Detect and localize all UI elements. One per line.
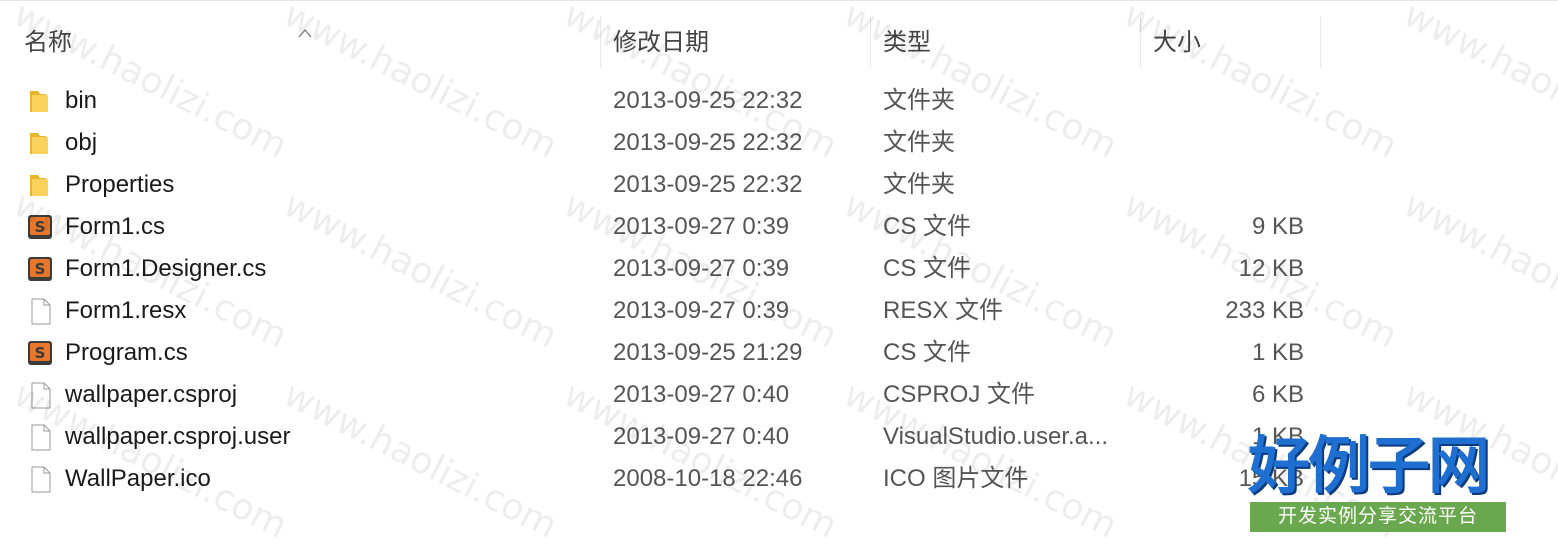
file-type: 文件夹	[883, 129, 955, 156]
file-type: CS 文件	[883, 255, 972, 282]
top-border	[0, 0, 1558, 1]
file-date-modified: 2013-09-25 22:32	[613, 171, 803, 198]
file-type: VisualStudio.user.a...	[883, 423, 1109, 450]
file-row[interactable]: S Program.cs 2013-09-25 21:29 CS 文件 1 KB	[0, 332, 1558, 374]
svg-text:S: S	[35, 344, 46, 362]
column-header-size[interactable]: 大小	[1153, 14, 1201, 70]
csharp-file-icon: S	[26, 255, 54, 283]
file-size: 1 KB	[1251, 339, 1304, 366]
file-name: WallPaper.ico	[65, 465, 211, 492]
file-row[interactable]: Form1.resx 2013-09-27 0:39 RESX 文件 233 KB	[0, 290, 1558, 332]
file-type: ICO 图片文件	[883, 465, 1029, 492]
file-icon	[26, 465, 54, 493]
column-divider[interactable]	[1320, 16, 1321, 68]
file-icon	[26, 423, 54, 451]
file-date-modified: 2013-09-27 0:39	[613, 297, 790, 324]
csharp-file-icon: S	[26, 213, 54, 241]
file-name: wallpaper.csproj.user	[65, 423, 291, 450]
file-row[interactable]: Properties 2013-09-25 22:32 文件夹	[0, 164, 1558, 206]
file-name: Program.cs	[65, 339, 188, 366]
file-row[interactable]: wallpaper.csproj 2013-09-27 0:40 CSPROJ 文件…	[0, 374, 1558, 416]
column-divider[interactable]	[870, 16, 871, 68]
file-size: 233 KB	[1225, 297, 1304, 324]
file-type: 文件夹	[883, 87, 955, 114]
column-header-bar: 名称 修改日期 类型 大小	[0, 14, 1558, 70]
file-date-modified: 2013-09-27 0:40	[613, 423, 790, 450]
brand-name: 好例子网	[1248, 429, 1490, 502]
svg-text:S: S	[35, 260, 46, 278]
file-name: obj	[65, 129, 98, 156]
file-type: 文件夹	[883, 171, 955, 198]
file-size: 12 KB	[1238, 255, 1304, 282]
file-row[interactable]: bin 2013-09-25 22:32 文件夹	[0, 80, 1558, 122]
file-row[interactable]: obj 2013-09-25 22:32 文件夹	[0, 122, 1558, 164]
file-type: CSPROJ 文件	[883, 381, 1036, 408]
file-date-modified: 2013-09-25 21:29	[613, 339, 803, 366]
file-size: 9 KB	[1251, 213, 1304, 240]
file-type: CS 文件	[883, 213, 972, 240]
column-header-type[interactable]: 类型	[883, 14, 931, 70]
file-name: Form1.cs	[65, 213, 166, 240]
file-row[interactable]: S Form1.cs 2013-09-27 0:39 CS 文件 9 KB	[0, 206, 1558, 248]
brand-tagline: 开发实例分享交流平台	[1250, 502, 1506, 532]
brand-watermark: 好例子网 开发实例分享交流平台	[1248, 432, 1508, 536]
file-date-modified: 2013-09-25 22:32	[613, 87, 803, 114]
file-date-modified: 2013-09-27 0:39	[613, 213, 790, 240]
column-divider[interactable]	[600, 16, 601, 68]
file-name: Properties	[65, 171, 175, 198]
file-date-modified: 2013-09-27 0:39	[613, 255, 790, 282]
file-date-modified: 2013-09-27 0:40	[613, 381, 790, 408]
column-divider[interactable]	[1140, 16, 1141, 68]
folder-icon	[26, 129, 54, 157]
file-name: Form1.Designer.cs	[65, 255, 267, 282]
csharp-file-icon: S	[26, 339, 54, 367]
column-header-date[interactable]: 修改日期	[613, 14, 709, 70]
file-size: 6 KB	[1251, 381, 1304, 408]
file-name: bin	[65, 87, 98, 114]
file-name: wallpaper.csproj	[65, 381, 238, 408]
file-date-modified: 2008-10-18 22:46	[613, 465, 803, 492]
file-name: Form1.resx	[65, 297, 187, 324]
folder-icon	[26, 171, 54, 199]
folder-icon	[26, 87, 54, 115]
sort-ascending-icon	[298, 29, 312, 38]
file-row[interactable]: S Form1.Designer.cs 2013-09-27 0:39 CS 文件 12…	[0, 248, 1558, 290]
file-type: RESX 文件	[883, 297, 1004, 324]
svg-text:S: S	[35, 218, 46, 236]
column-header-name[interactable]: 名称	[24, 14, 72, 70]
file-date-modified: 2013-09-25 22:32	[613, 129, 803, 156]
file-type: CS 文件	[883, 339, 972, 366]
file-icon	[26, 297, 54, 325]
file-icon	[26, 381, 54, 409]
